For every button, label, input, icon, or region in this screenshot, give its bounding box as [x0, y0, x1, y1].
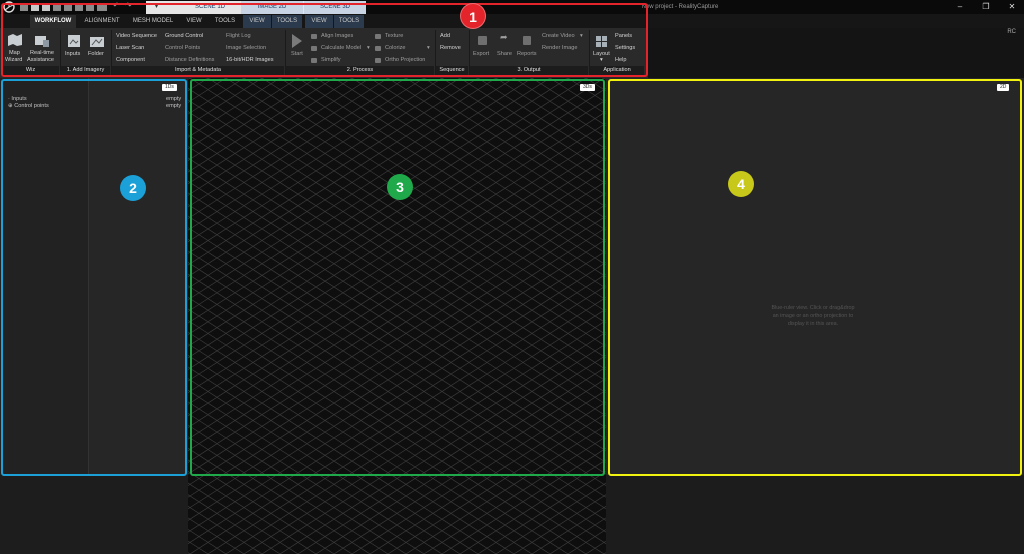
- user-initials: RC: [1007, 29, 1016, 35]
- close-icon[interactable]: ✕: [1002, 0, 1022, 14]
- realitycapture-window: ↶ ↷ ▾ SCENE 1D IMAGE 2D SCENE 3D New pro…: [0, 0, 1024, 554]
- badge-4: 4: [728, 171, 754, 197]
- badge-2: 2: [120, 175, 146, 201]
- badge-1: 1: [460, 3, 486, 29]
- restore-icon[interactable]: ❐: [976, 0, 996, 14]
- highlight-ribbon: [1, 3, 648, 77]
- panel-1ds-bottom: [0, 475, 188, 554]
- minimize-icon[interactable]: –: [950, 0, 970, 14]
- badge-3: 3: [387, 174, 413, 200]
- highlight-panel-3ds: [190, 79, 605, 476]
- highlight-panel-2d: [608, 79, 1022, 476]
- highlight-panel-1ds: [1, 79, 187, 476]
- panel-2d-bottom: [606, 475, 1024, 554]
